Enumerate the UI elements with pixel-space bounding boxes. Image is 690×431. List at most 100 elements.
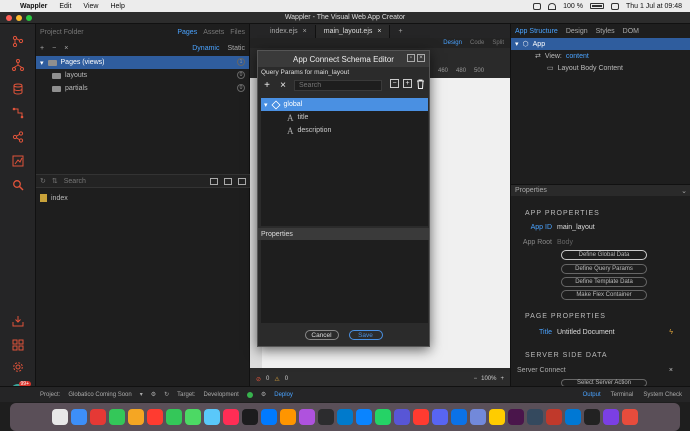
schema-node-global[interactable]: ▾ global bbox=[261, 98, 428, 111]
zoom-in-icon[interactable]: + bbox=[500, 376, 504, 382]
minimize-window-button[interactable] bbox=[16, 15, 22, 21]
dock-app-icon[interactable] bbox=[261, 409, 277, 425]
dock-app-icon[interactable] bbox=[318, 409, 334, 425]
mode-design[interactable]: Design bbox=[443, 40, 462, 46]
mode-code[interactable]: Code bbox=[470, 40, 484, 46]
dock-app-icon[interactable] bbox=[508, 409, 524, 425]
wifi-icon[interactable] bbox=[548, 2, 557, 10]
remove-node-button[interactable]: × bbox=[278, 80, 288, 91]
dock-app-icon[interactable] bbox=[280, 409, 296, 425]
dock-app-icon[interactable] bbox=[185, 409, 201, 425]
close-icon[interactable]: × bbox=[377, 28, 381, 35]
dock-app-icon[interactable] bbox=[337, 409, 353, 425]
search-icon[interactable] bbox=[10, 178, 26, 192]
project-selector[interactable]: Globatico Coming Soon bbox=[68, 392, 131, 398]
expand-arrow-icon[interactable]: ▾ bbox=[515, 40, 519, 48]
menu-view[interactable]: View bbox=[77, 3, 104, 10]
dock-app-icon[interactable] bbox=[109, 409, 125, 425]
system-check-button[interactable]: System Check bbox=[643, 392, 682, 398]
dock-app-icon[interactable] bbox=[527, 409, 543, 425]
dock-app-icon[interactable] bbox=[432, 409, 448, 425]
dock-app-icon[interactable] bbox=[90, 409, 106, 425]
sort-icon[interactable]: ⇅ bbox=[52, 177, 58, 185]
output-tab[interactable]: Output bbox=[583, 392, 601, 398]
zoom-out-icon[interactable]: − bbox=[474, 376, 478, 382]
dock-app-icon[interactable] bbox=[546, 409, 562, 425]
gear-icon[interactable]: ⚙ bbox=[151, 391, 156, 398]
close-icon[interactable]: × bbox=[64, 45, 68, 52]
list-view-icon[interactable] bbox=[224, 177, 232, 185]
gear-icon[interactable] bbox=[10, 360, 26, 374]
expand-arrow-icon[interactable]: ▾ bbox=[40, 59, 44, 67]
tab-dom[interactable]: DOM bbox=[623, 28, 639, 35]
app-id-value[interactable]: main_layout bbox=[557, 224, 595, 231]
sync-icon[interactable]: ↻ bbox=[164, 391, 169, 398]
tree-item-pages[interactable]: ▾ Pages (views) 1 bbox=[36, 56, 249, 69]
maximize-icon[interactable]: ▫ bbox=[407, 54, 415, 62]
tab-design[interactable]: Design bbox=[566, 28, 588, 35]
structure-item-layout-body[interactable]: ▭ Layout Body Content bbox=[511, 62, 690, 74]
dock-app-icon[interactable] bbox=[128, 409, 144, 425]
dock-app-icon[interactable] bbox=[147, 409, 163, 425]
dock-app-icon[interactable] bbox=[52, 409, 68, 425]
error-icon[interactable]: ⊘ bbox=[256, 376, 261, 383]
tree-item-partials[interactable]: partials 0 bbox=[36, 82, 249, 95]
dock-app-icon[interactable] bbox=[223, 409, 239, 425]
dock-app-icon[interactable] bbox=[622, 409, 638, 425]
add-icon[interactable]: + bbox=[40, 45, 44, 52]
zoom-window-button[interactable] bbox=[26, 15, 32, 21]
menu-app-name[interactable]: Wappler bbox=[14, 3, 53, 10]
dock-app-icon[interactable] bbox=[603, 409, 619, 425]
chevron-down-icon[interactable]: ⌄ bbox=[681, 187, 687, 195]
close-window-button[interactable] bbox=[6, 15, 12, 21]
workflow-icon[interactable] bbox=[10, 58, 26, 72]
grid-view-icon[interactable] bbox=[210, 177, 218, 185]
dock-app-icon[interactable] bbox=[299, 409, 315, 425]
tab-app-structure[interactable]: App Structure bbox=[515, 28, 558, 35]
deploy-button[interactable]: Deploy bbox=[274, 392, 293, 398]
download-tray-icon[interactable] bbox=[10, 314, 26, 328]
mode-split[interactable]: Split bbox=[492, 40, 504, 46]
control-center-icon[interactable] bbox=[610, 2, 619, 10]
collapse-all-button[interactable]: − bbox=[390, 79, 399, 88]
thumbnail-view-icon[interactable] bbox=[238, 177, 246, 185]
dock-app-icon[interactable] bbox=[71, 409, 87, 425]
target-selector[interactable]: Development bbox=[204, 392, 239, 398]
gear-icon[interactable]: ⚙ bbox=[261, 391, 266, 398]
tree-item-layouts[interactable]: layouts 0 bbox=[36, 69, 249, 82]
add-node-button[interactable]: + bbox=[262, 80, 272, 91]
expand-all-button[interactable]: + bbox=[403, 79, 412, 88]
share-icon[interactable] bbox=[10, 130, 26, 144]
dock-app-icon[interactable] bbox=[470, 409, 486, 425]
cancel-button[interactable]: Cancel bbox=[304, 330, 339, 340]
dock-app-icon[interactable] bbox=[451, 409, 467, 425]
tab-styles[interactable]: Styles bbox=[596, 28, 615, 35]
tab-files[interactable]: Files bbox=[230, 29, 245, 36]
warning-icon[interactable]: ⚠ bbox=[274, 376, 279, 383]
flow-icon[interactable] bbox=[10, 106, 26, 120]
close-icon[interactable]: × bbox=[669, 367, 690, 374]
save-button[interactable]: Save bbox=[348, 330, 383, 340]
define-query-params-button[interactable]: Define Query Params bbox=[561, 264, 647, 274]
screen-icon[interactable] bbox=[533, 2, 542, 10]
define-template-data-button[interactable]: Define Template Data bbox=[561, 277, 647, 287]
structure-item-view[interactable]: ⇄ View: content bbox=[511, 50, 690, 62]
schema-search-input[interactable] bbox=[294, 79, 382, 91]
dock-app-icon[interactable] bbox=[413, 409, 429, 425]
chart-edit-icon[interactable] bbox=[10, 154, 26, 168]
dynamic-data-icon[interactable]: ϟ bbox=[669, 329, 690, 336]
schema-node-description[interactable]: A description bbox=[261, 124, 428, 137]
zoom-level[interactable]: 100% bbox=[481, 376, 496, 382]
database-icon[interactable] bbox=[10, 82, 26, 96]
dock-app-icon[interactable] bbox=[356, 409, 372, 425]
make-flex-container-button[interactable]: Make Flex Container bbox=[561, 290, 647, 300]
dock-app-icon[interactable] bbox=[204, 409, 220, 425]
trash-icon[interactable] bbox=[416, 79, 425, 91]
define-global-data-button[interactable]: Define Global Data bbox=[561, 250, 647, 260]
dock-app-icon[interactable] bbox=[394, 409, 410, 425]
plugins-icon[interactable] bbox=[10, 338, 26, 352]
git-graph-icon[interactable] bbox=[10, 34, 26, 48]
new-tab-button[interactable]: + bbox=[390, 25, 410, 38]
menu-edit[interactable]: Edit bbox=[53, 3, 77, 10]
dock-app-icon[interactable] bbox=[565, 409, 581, 425]
